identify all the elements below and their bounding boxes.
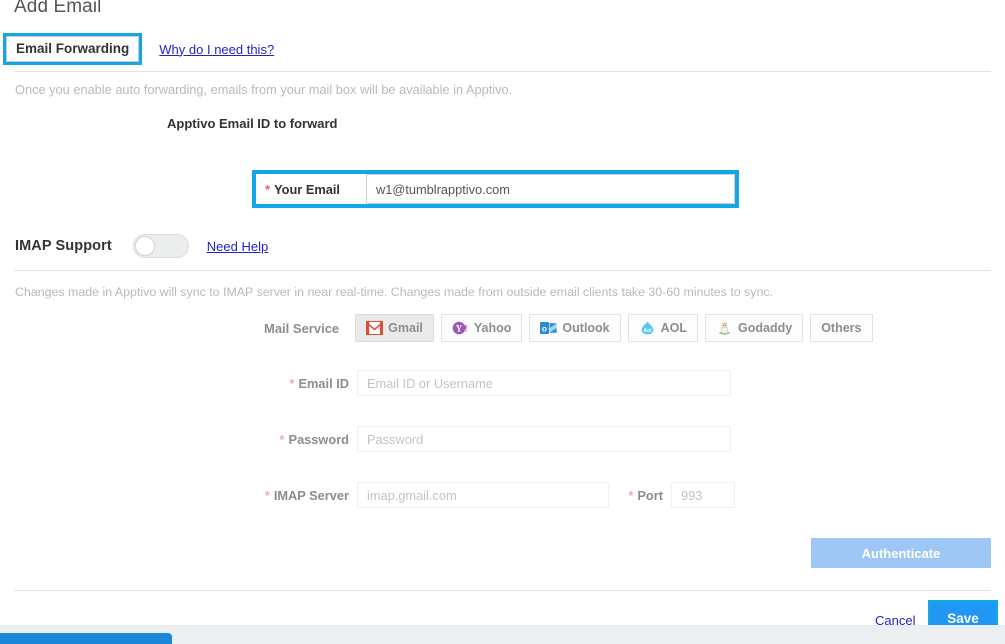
bottom-progress-bar [0, 633, 172, 644]
mail-service-others[interactable]: Others [810, 314, 873, 342]
imap-server-label: * IMAP Server [252, 488, 349, 503]
required-asterisk-icon: * [264, 487, 270, 503]
forwarding-description: Once you enable auto forwarding, emails … [15, 82, 513, 97]
tab-bar: Email Forwarding Why do I need this? [0, 33, 274, 65]
mail-service-outlook-label: Outlook [562, 321, 610, 335]
port-label-text: Port [637, 487, 663, 503]
password-row: * Password [268, 426, 731, 452]
mail-service-label: Mail Service [264, 320, 340, 336]
required-asterisk-icon: * [628, 487, 634, 503]
imap-server-label-text: IMAP Server [273, 487, 349, 503]
authenticate-button[interactable]: Authenticate [811, 538, 991, 568]
password-label-text: Password [288, 431, 349, 447]
why-do-i-need-this-link[interactable]: Why do I need this? [159, 42, 274, 57]
divider-top [14, 71, 991, 72]
mail-service-others-label: Others [821, 321, 862, 335]
svg-text:o: o [542, 323, 547, 333]
password-input[interactable] [357, 426, 731, 452]
your-email-label: * Your Email [256, 174, 366, 204]
mail-service-outlook[interactable]: o Outlook [529, 314, 621, 342]
outlook-icon: o [540, 321, 558, 336]
section-heading-apptivo-email: Apptivo Email ID to forward [167, 116, 338, 131]
mail-service-yahoo-label: Yahoo [473, 321, 512, 335]
port-input[interactable] [671, 482, 735, 508]
need-help-link[interactable]: Need Help [207, 239, 268, 254]
port-label: * Port [623, 488, 663, 503]
page-title: Add Email [14, 0, 102, 17]
mail-service-row: Mail Service Gmail Y ! Yahoo o Outlook A… [264, 314, 880, 342]
aol-icon: Aol [639, 321, 656, 336]
email-id-input[interactable] [357, 370, 731, 396]
imap-support-toggle[interactable] [132, 234, 189, 258]
email-id-row: * Email ID [279, 370, 731, 396]
svg-text:Y: Y [456, 323, 463, 333]
imap-support-label: IMAP Support [15, 238, 112, 254]
imap-support-row: IMAP Support Need Help [15, 234, 268, 258]
divider-imap [14, 270, 991, 271]
your-email-label-text: Your Email [274, 181, 340, 197]
mail-service-yahoo[interactable]: Y ! Yahoo [440, 314, 523, 342]
imap-server-row: *IMAP Server *Port [252, 482, 735, 508]
godaddy-icon [716, 321, 733, 336]
mail-service-aol-label: AOL [660, 321, 688, 335]
imap-sync-note: Changes made in Apptivo will sync to IMA… [15, 285, 774, 299]
mail-service-godaddy[interactable]: Godaddy [705, 314, 804, 342]
tab-email-forwarding[interactable]: Email Forwarding [3, 33, 143, 65]
mail-service-godaddy-label: Godaddy [738, 321, 793, 335]
password-label: * Password [268, 432, 349, 447]
gmail-icon [366, 320, 384, 336]
your-email-field-group[interactable]: * Your Email [252, 170, 739, 208]
yahoo-icon: Y ! [452, 321, 469, 336]
toggle-knob [134, 236, 155, 256]
required-asterisk-icon: * [279, 431, 285, 447]
mail-service-gmail[interactable]: Gmail [355, 314, 434, 342]
your-email-input[interactable] [366, 174, 735, 204]
required-asterisk-icon: * [289, 375, 295, 391]
svg-text:!: ! [464, 323, 467, 334]
mail-service-aol[interactable]: Aol AOL [627, 314, 699, 342]
required-asterisk-icon: * [265, 181, 271, 197]
email-id-label: * Email ID [279, 376, 349, 391]
tab-email-forwarding-label: Email Forwarding [6, 36, 140, 62]
mail-service-gmail-label: Gmail [388, 321, 423, 335]
imap-server-input[interactable] [357, 482, 609, 508]
divider-footer [14, 590, 991, 591]
svg-text:Aol: Aol [643, 328, 652, 334]
email-id-label-text: Email ID [298, 375, 350, 391]
